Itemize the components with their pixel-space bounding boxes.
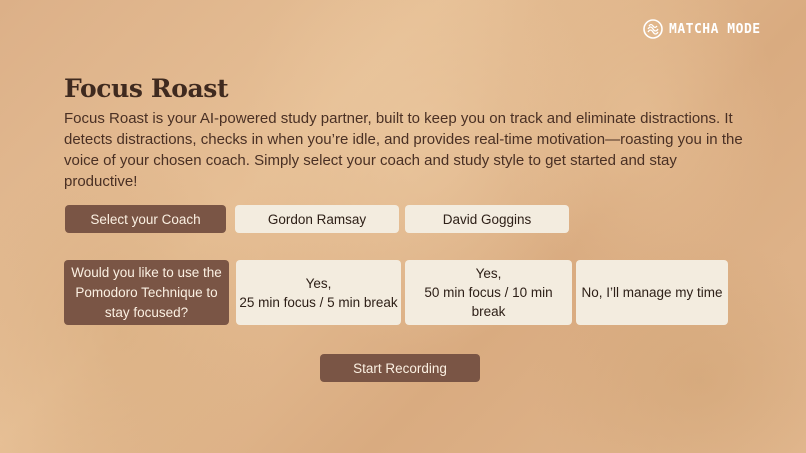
pomodoro-question: Would you like to use the Pomodoro Techn… bbox=[64, 260, 229, 325]
pomodoro-option-no[interactable]: No, I’ll manage my time bbox=[576, 260, 728, 325]
app-description: Focus Roast is your AI-powered study par… bbox=[64, 110, 743, 190]
pomodoro-option-25-5[interactable]: Yes, 25 min focus / 5 min break bbox=[236, 260, 401, 325]
start-recording-button[interactable]: Start Recording bbox=[320, 354, 480, 382]
pomodoro-option-line2: 50 min focus / 10 min break bbox=[424, 285, 553, 319]
pomodoro-option-line1: Yes, bbox=[305, 275, 332, 291]
pomodoro-option-line2: 25 min focus / 5 min break bbox=[239, 294, 398, 310]
select-coach-label: Select your Coach bbox=[65, 205, 226, 233]
coach-option-david-goggins[interactable]: David Goggins bbox=[405, 205, 569, 233]
brand-name: MATCHA MODE bbox=[669, 21, 761, 37]
pomodoro-option-line1: Yes, bbox=[475, 266, 502, 281]
brand-logo: MATCHA MODE bbox=[643, 19, 761, 39]
pomodoro-option-50-10[interactable]: Yes, 50 min focus / 10 min break bbox=[405, 260, 572, 325]
coach-option-gordon-ramsay[interactable]: Gordon Ramsay bbox=[235, 205, 399, 233]
page-title: Focus Roast bbox=[64, 74, 229, 103]
matcha-swirl-icon bbox=[643, 19, 663, 39]
